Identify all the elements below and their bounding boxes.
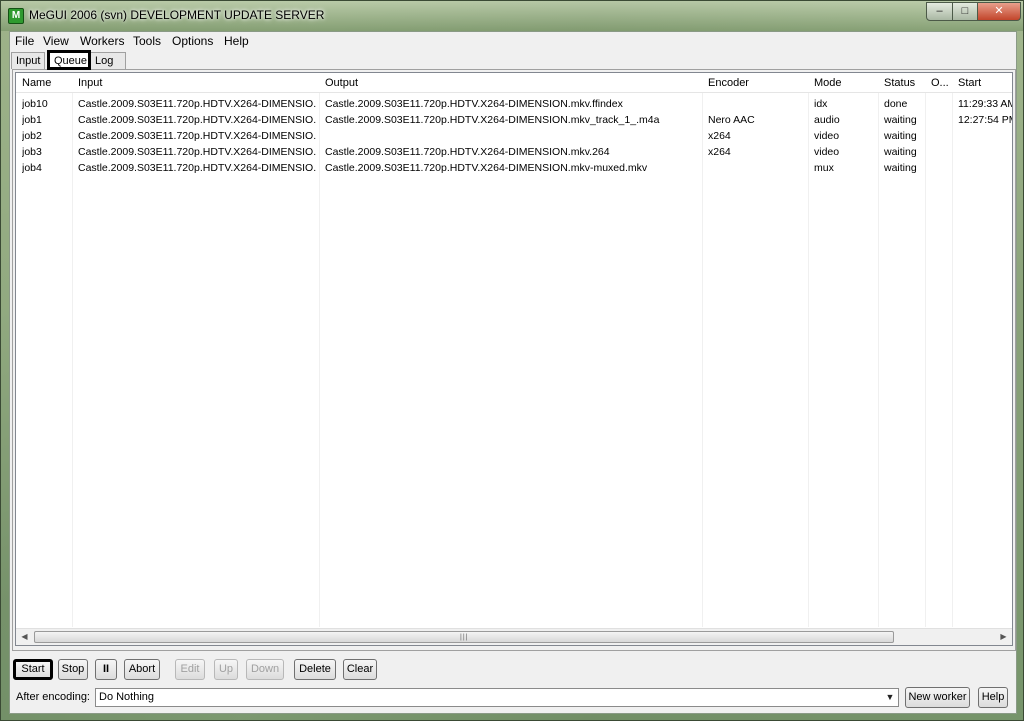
edit-button[interactable]: Edit bbox=[175, 659, 205, 680]
column-name-header[interactable]: Name bbox=[22, 77, 70, 89]
new-worker-button[interactable]: New worker bbox=[905, 687, 970, 708]
up-button[interactable]: Up bbox=[214, 659, 238, 680]
job-status: waiting bbox=[884, 146, 917, 158]
minimize-icon: – bbox=[936, 5, 943, 17]
job-encoder: x264 bbox=[708, 130, 731, 142]
column-owner-header[interactable]: O... bbox=[931, 77, 951, 89]
scroll-left-icon: ◀ bbox=[21, 632, 28, 641]
menu-bar: File View Workers Tools Options Help bbox=[10, 32, 1016, 49]
job-output: Castle.2009.S03E11.720p.HDTV.X264-DIMENS… bbox=[325, 114, 660, 126]
stop-button[interactable]: Stop bbox=[58, 659, 88, 680]
column-start-header[interactable]: Start bbox=[958, 77, 1012, 89]
job-status: waiting bbox=[884, 114, 917, 126]
menu-view[interactable]: View bbox=[43, 34, 69, 48]
job-input: Castle.2009.S03E11.720p.HDTV.X264-DIMENS… bbox=[78, 162, 316, 174]
minimize-button[interactable]: – bbox=[926, 2, 953, 21]
horizontal-scrollbar[interactable]: ◀ ||| ▶ bbox=[16, 628, 1012, 645]
menu-tools[interactable]: Tools bbox=[133, 34, 161, 48]
job-mode: mux bbox=[814, 162, 834, 174]
close-icon: ✕ bbox=[994, 5, 1004, 17]
column-input-header[interactable]: Input bbox=[78, 77, 316, 89]
tab-log[interactable]: Log bbox=[90, 52, 126, 69]
clear-button[interactable]: Clear bbox=[343, 659, 377, 680]
pause-button[interactable]: II bbox=[95, 659, 117, 680]
job-input: Castle.2009.S03E11.720p.HDTV.X264-DIMENS… bbox=[78, 130, 316, 142]
client-area: File View Workers Tools Options Help Inp… bbox=[9, 31, 1017, 714]
maximize-icon: □ bbox=[961, 5, 969, 17]
menu-file[interactable]: File bbox=[15, 34, 34, 48]
abort-button[interactable]: Abort bbox=[124, 659, 160, 680]
delete-button[interactable]: Delete bbox=[294, 659, 336, 680]
job-mode: audio bbox=[814, 114, 840, 126]
table-row[interactable]: job4 Castle.2009.S03E11.720p.HDTV.X264-D… bbox=[16, 161, 1012, 177]
job-input: Castle.2009.S03E11.720p.HDTV.X264-DIMENS… bbox=[78, 114, 316, 126]
title-bar[interactable]: M MeGUI 2006 (svn) DEVELOPMENT UPDATE SE… bbox=[1, 1, 1023, 31]
scroll-right-button[interactable]: ▶ bbox=[995, 629, 1012, 645]
table-row[interactable]: job3 Castle.2009.S03E11.720p.HDTV.X264-D… bbox=[16, 145, 1012, 161]
column-header: Name Input Output Encoder Mode Status O.… bbox=[16, 73, 1012, 93]
job-output: Castle.2009.S03E11.720p.HDTV.X264-DIMENS… bbox=[325, 98, 623, 110]
scroll-thumb[interactable]: ||| bbox=[34, 631, 894, 643]
menu-help[interactable]: Help bbox=[224, 34, 249, 48]
table-row[interactable]: job1 Castle.2009.S03E11.720p.HDTV.X264-D… bbox=[16, 113, 1012, 129]
after-encoding-select[interactable]: Do Nothing ▼ bbox=[95, 688, 899, 707]
job-name: job4 bbox=[22, 162, 42, 174]
window-title: MeGUI 2006 (svn) DEVELOPMENT UPDATE SERV… bbox=[29, 8, 325, 22]
after-encoding-label: After encoding: bbox=[16, 691, 90, 703]
down-button[interactable]: Down bbox=[246, 659, 284, 680]
table-row[interactable]: job2 Castle.2009.S03E11.720p.HDTV.X264-D… bbox=[16, 129, 1012, 145]
help-button[interactable]: Help bbox=[978, 687, 1008, 708]
scroll-left-button[interactable]: ◀ bbox=[16, 629, 33, 645]
job-name: job2 bbox=[22, 130, 42, 142]
tab-queue[interactable]: Queue bbox=[47, 50, 91, 70]
job-mode: video bbox=[814, 130, 840, 142]
chevron-down-icon[interactable]: ▼ bbox=[882, 689, 898, 706]
queue-panel: Name Input Output Encoder Mode Status O.… bbox=[12, 69, 1016, 651]
table-row[interactable]: job10 Castle.2009.S03E11.720p.HDTV.X264-… bbox=[16, 97, 1012, 113]
job-status: waiting bbox=[884, 130, 917, 142]
grip-icon: ||| bbox=[460, 634, 469, 641]
job-output: Castle.2009.S03E11.720p.HDTV.X264-DIMENS… bbox=[325, 162, 648, 174]
menu-workers[interactable]: Workers bbox=[80, 34, 124, 48]
job-name: job1 bbox=[22, 114, 42, 126]
column-status-header[interactable]: Status bbox=[884, 77, 924, 89]
start-button[interactable]: Start bbox=[13, 659, 53, 680]
job-start: 12:27:54 PM bbox=[958, 114, 1013, 126]
megui-window: M MeGUI 2006 (svn) DEVELOPMENT UPDATE SE… bbox=[0, 0, 1024, 721]
scroll-right-icon: ▶ bbox=[1000, 632, 1007, 641]
job-encoder: x264 bbox=[708, 146, 731, 158]
job-encoder: Nero AAC bbox=[708, 114, 755, 126]
tab-input[interactable]: Input bbox=[11, 52, 45, 69]
job-mode: video bbox=[814, 146, 840, 158]
megui-app-icon[interactable]: M bbox=[8, 8, 24, 24]
menu-options[interactable]: Options bbox=[172, 34, 213, 48]
maximize-button[interactable]: □ bbox=[952, 2, 978, 21]
job-status: done bbox=[884, 98, 908, 110]
after-encoding-value: Do Nothing bbox=[99, 691, 155, 703]
column-output-header[interactable]: Output bbox=[325, 77, 699, 89]
close-button[interactable]: ✕ bbox=[977, 2, 1021, 21]
job-queue-list[interactable]: Name Input Output Encoder Mode Status O.… bbox=[15, 72, 1013, 646]
job-output: Castle.2009.S03E11.720p.HDTV.X264-DIMENS… bbox=[325, 146, 610, 158]
job-status: waiting bbox=[884, 162, 917, 174]
job-start: 11:29:33 AM bbox=[958, 98, 1013, 110]
job-mode: idx bbox=[814, 98, 828, 110]
job-input: Castle.2009.S03E11.720p.HDTV.X264-DIMENS… bbox=[78, 146, 316, 158]
pause-icon: II bbox=[102, 663, 110, 675]
column-mode-header[interactable]: Mode bbox=[814, 77, 876, 89]
job-input: Castle.2009.S03E11.720p.HDTV.X264-DIMENS… bbox=[78, 98, 316, 110]
column-encoder-header[interactable]: Encoder bbox=[708, 77, 806, 89]
job-name: job3 bbox=[22, 146, 42, 158]
job-name: job10 bbox=[22, 98, 48, 110]
